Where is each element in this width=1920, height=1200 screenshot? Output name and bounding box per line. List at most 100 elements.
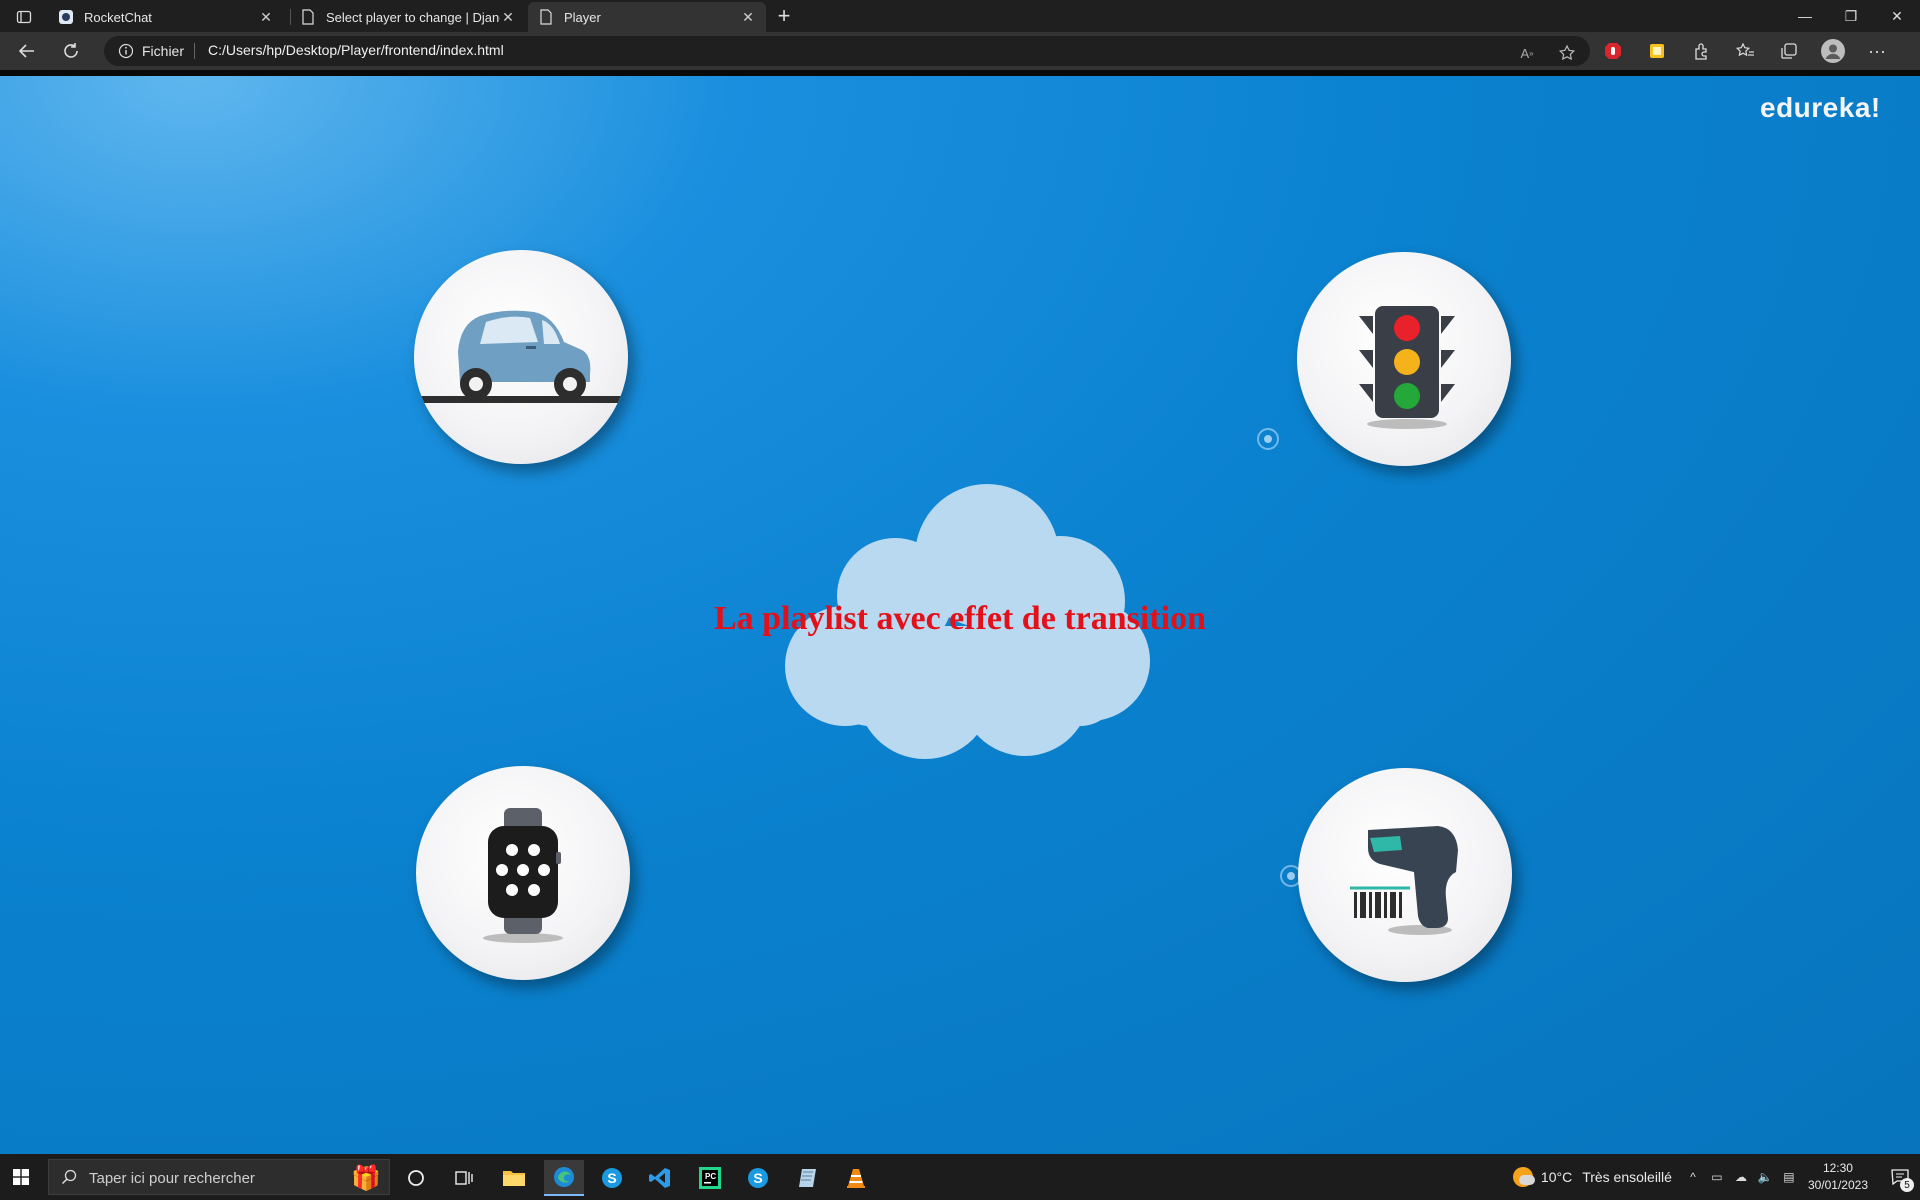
refresh-icon bbox=[64, 43, 78, 58]
sparkle-decoration bbox=[1257, 428, 1279, 450]
edge-button[interactable] bbox=[544, 1160, 584, 1196]
add-favorite-icon[interactable] bbox=[1554, 40, 1580, 66]
weather-icon bbox=[1512, 1167, 1535, 1187]
car-circle[interactable] bbox=[414, 250, 628, 464]
clock-time: 12:30 bbox=[1822, 1161, 1853, 1175]
cortana-button[interactable] bbox=[396, 1160, 436, 1196]
refresh-button[interactable] bbox=[58, 39, 84, 63]
weather-widget[interactable]: 10°C Très ensoleillé bbox=[1512, 1167, 1672, 1187]
chevron-up-icon[interactable]: ^ bbox=[1686, 1170, 1700, 1184]
file-explorer-button[interactable] bbox=[494, 1160, 534, 1196]
favorites-icon[interactable] bbox=[1732, 38, 1758, 64]
cortana-icon bbox=[408, 1170, 424, 1186]
svg-text:S: S bbox=[607, 1170, 616, 1186]
profile-avatar[interactable] bbox=[1820, 38, 1846, 64]
rocketchat-icon bbox=[58, 9, 74, 25]
page-icon bbox=[538, 9, 554, 25]
vscode-button[interactable] bbox=[640, 1160, 680, 1196]
notification-count: 5 bbox=[1900, 1178, 1914, 1192]
skype-business-button[interactable]: S bbox=[738, 1160, 778, 1196]
task-view-icon bbox=[455, 1171, 473, 1185]
tab-rocketchat[interactable]: RocketChat ✕ bbox=[48, 2, 284, 32]
smartwatch-icon bbox=[483, 808, 563, 943]
tab-actions-icon bbox=[16, 10, 32, 24]
volume-icon[interactable]: 🔈 bbox=[1757, 1170, 1772, 1184]
plus-icon: + bbox=[777, 3, 791, 28]
svg-text:PC: PC bbox=[705, 1172, 716, 1181]
folder-icon bbox=[503, 1171, 525, 1186]
vlc-icon bbox=[847, 1169, 865, 1188]
more-menu-icon[interactable]: ··· bbox=[1864, 38, 1890, 64]
window-controls: — ❐ ✕ bbox=[1782, 0, 1920, 32]
note-extension-icon[interactable] bbox=[1644, 38, 1670, 64]
address-actions: A» bbox=[1514, 40, 1580, 66]
notepad-button[interactable] bbox=[788, 1160, 828, 1196]
weather-condition: Très ensoleillé bbox=[1582, 1169, 1672, 1185]
tab-label: Player bbox=[564, 9, 601, 25]
tab-label: RocketChat bbox=[84, 9, 152, 25]
device-icon[interactable]: ▭ bbox=[1710, 1170, 1724, 1184]
pycharm-icon: PC bbox=[699, 1167, 721, 1189]
tab-player[interactable]: Player ✕ bbox=[528, 2, 766, 32]
start-button[interactable] bbox=[6, 1163, 36, 1191]
car-icon bbox=[414, 310, 628, 403]
notepad-icon bbox=[799, 1169, 816, 1187]
info-icon bbox=[118, 43, 134, 59]
vscode-icon bbox=[649, 1168, 670, 1188]
gift-icon: 🎁 bbox=[351, 1165, 381, 1192]
extensions-icon[interactable] bbox=[1688, 38, 1714, 64]
skype-icon: S bbox=[748, 1168, 768, 1188]
network-icon[interactable]: ▤ bbox=[1782, 1170, 1796, 1184]
back-arrow-icon bbox=[18, 44, 34, 58]
system-tray: 10°C Très ensoleillé ^ ▭ ☁ 🔈 ▤ 12:30 30/… bbox=[1512, 1154, 1920, 1200]
tab-django[interactable]: Select player to change | Django ✕ bbox=[290, 2, 526, 32]
adblock-icon[interactable] bbox=[1600, 38, 1626, 64]
pycharm-button[interactable]: PC bbox=[690, 1160, 730, 1196]
traffic-light-icon bbox=[1359, 306, 1455, 429]
windows-icon bbox=[13, 1169, 29, 1185]
close-icon[interactable]: ✕ bbox=[740, 9, 756, 25]
read-aloud-icon[interactable]: A» bbox=[1514, 40, 1540, 66]
search-placeholder: Taper ici pour rechercher bbox=[89, 1170, 255, 1187]
skype-button[interactable]: S bbox=[592, 1160, 632, 1196]
page-content: edureka! La playlist avec effet de trans… bbox=[0, 76, 1920, 1154]
back-button[interactable] bbox=[14, 39, 40, 63]
extensions-area: ··· bbox=[1600, 38, 1890, 64]
site-info-button[interactable]: Fichier bbox=[118, 43, 184, 59]
search-icon bbox=[61, 1169, 77, 1185]
edge-icon bbox=[554, 1167, 574, 1187]
close-icon[interactable]: ✕ bbox=[258, 9, 274, 25]
traffic-light-circle[interactable] bbox=[1297, 252, 1511, 466]
url-text[interactable]: C:/Users/hp/Desktop/Player/frontend/inde… bbox=[208, 42, 504, 58]
barcode-scanner-icon bbox=[1350, 826, 1458, 935]
minimize-button[interactable]: — bbox=[1782, 0, 1828, 32]
taskbar: Taper ici pour rechercher 🎁 S PC S 10°C … bbox=[0, 1154, 1920, 1200]
edureka-logo: edureka! bbox=[1760, 92, 1881, 123]
browser-toolbar: Fichier C:/Users/hp/Desktop/Player/front… bbox=[0, 32, 1920, 70]
task-view-button[interactable] bbox=[444, 1160, 484, 1196]
vlc-button[interactable] bbox=[836, 1160, 876, 1196]
barcode-scanner-circle[interactable] bbox=[1298, 768, 1512, 982]
tab-actions-button[interactable] bbox=[8, 6, 40, 28]
new-tab-button[interactable]: + bbox=[772, 3, 796, 28]
skype-icon: S bbox=[602, 1168, 622, 1188]
weather-temp: 10°C bbox=[1540, 1169, 1573, 1185]
close-icon[interactable]: ✕ bbox=[500, 9, 516, 25]
smartwatch-circle[interactable] bbox=[416, 766, 630, 980]
taskbar-search[interactable]: Taper ici pour rechercher 🎁 bbox=[48, 1159, 390, 1195]
clock-date: 30/01/2023 bbox=[1807, 1178, 1868, 1192]
onedrive-icon[interactable]: ☁ bbox=[1734, 1170, 1748, 1184]
notification-center-button[interactable]: 5 bbox=[1880, 1154, 1920, 1200]
tray-icons: ^ ▭ ☁ 🔈 ▤ bbox=[1686, 1170, 1796, 1184]
collections-icon[interactable] bbox=[1776, 38, 1802, 64]
close-window-button[interactable]: ✕ bbox=[1874, 0, 1920, 32]
tab-label: Select player to change | Django bbox=[326, 9, 500, 25]
site-info-label: Fichier bbox=[142, 43, 185, 59]
restore-button[interactable]: ❐ bbox=[1828, 0, 1874, 32]
clock[interactable]: 12:30 30/01/2023 bbox=[1808, 1160, 1868, 1194]
tab-bar: RocketChat ✕ Select player to change | D… bbox=[0, 0, 1920, 32]
page-icon bbox=[300, 9, 316, 25]
page-title: La playlist avec effet de transition bbox=[714, 600, 1206, 637]
address-divider bbox=[194, 43, 195, 59]
address-bar[interactable]: Fichier C:/Users/hp/Desktop/Player/front… bbox=[104, 36, 1590, 66]
